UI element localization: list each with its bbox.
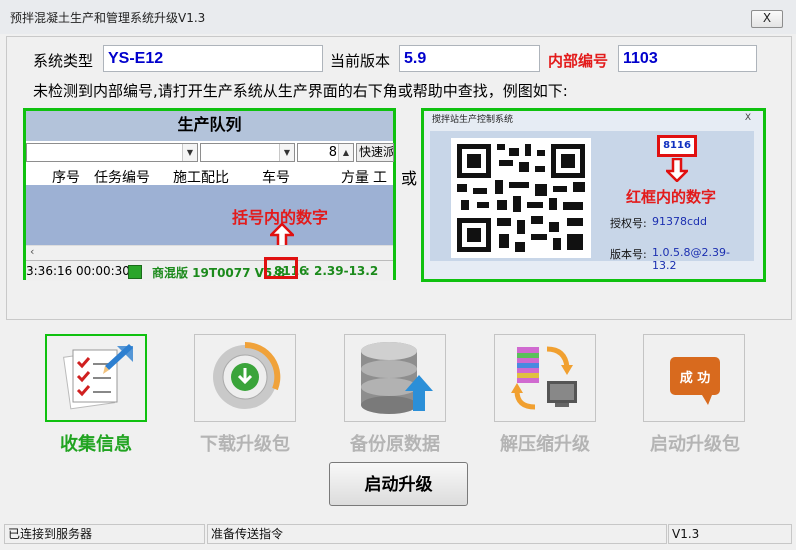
step-label-start: 启动升级包 <box>650 434 740 455</box>
queue-col-header: 施工配比 <box>173 170 229 186</box>
status-connection: 已连接到服务器 <box>4 524 205 544</box>
spin-icon: ▲ <box>338 144 353 161</box>
queue-quick-button: 快速派 <box>356 143 394 162</box>
status-version: V1.3 <box>668 524 792 544</box>
internal-number-label: 内部编号 <box>548 52 609 70</box>
queue-col-header: 任务编号 <box>94 170 150 186</box>
dialog-callout-text: 红框内的数字 <box>626 188 717 206</box>
example-queue-frame: 生产队列 ▼ ▼ 8▲ 快速派 序号 任务编号 施工配比 车号 方量 工程 括号… <box>23 108 396 281</box>
window-title: 预拌混凝土生产和管理系统升级V1.3 <box>10 11 206 25</box>
version-label: 版本号: <box>610 248 647 261</box>
version-value: 1.0.5.8@2.39-13.2 <box>652 246 730 272</box>
queue-hscrollbar: ‹ <box>26 245 393 260</box>
system-type-label: 系统类型 <box>33 52 94 70</box>
status-tail-text: : 2.39-13.2 <box>305 264 379 278</box>
current-version-label: 当前版本 <box>330 52 391 70</box>
step-label-backup: 备份原数据 <box>350 434 440 455</box>
status-indicator-icon <box>128 265 142 279</box>
title-bar: 预拌混凝土生产和管理系统升级V1.3 X <box>0 0 796 34</box>
chevron-left-icon: ‹ <box>30 245 35 258</box>
queue-combo-1: ▼ <box>26 143 198 162</box>
red-arrow-icon <box>666 158 688 182</box>
auth-value: 91378cdd <box>652 215 708 228</box>
close-button[interactable]: X <box>751 10 783 28</box>
status-bar: 已连接到服务器 准备传送指令 V1.3 <box>0 522 796 550</box>
queue-toolbar: ▼ ▼ 8 ▲ 快速派 <box>26 142 394 164</box>
database-icon <box>361 342 433 414</box>
qr-code-icon <box>451 138 591 258</box>
dialog-panel: 8116 红框内的数字 授权号: 91378cdd 版本号: 1.0.5.8@2… <box>430 131 754 272</box>
queue-title: 生产队列 <box>26 111 393 141</box>
queue-statusbar: 3:36:16 00:00:30 商混版 19T0077 V5.8 8116 :… <box>26 260 393 281</box>
start-upgrade-button[interactable]: 启动升级 <box>329 462 468 506</box>
chevron-down-icon: ▼ <box>182 144 197 161</box>
queue-qty-value: 8 <box>328 145 337 160</box>
step-label-unzip: 解压缩升级 <box>500 434 590 455</box>
dialog-title: 搅拌站生产控制系统 <box>432 115 514 125</box>
dialog-id-box: 8116 <box>657 135 697 157</box>
step-label-collect: 收集信息 <box>60 434 132 455</box>
status-message: 准备传送指令 <box>207 524 667 544</box>
auth-label: 授权号: <box>610 217 647 230</box>
queue-column-headers: 序号 任务编号 施工配比 车号 方量 工程 <box>26 165 393 206</box>
internal-number-field[interactable]: 1103 <box>618 45 757 72</box>
step-collect-info[interactable] <box>45 334 147 422</box>
dialog-close-icon: X <box>744 113 751 123</box>
unzip-icon <box>511 346 577 410</box>
step-download[interactable] <box>194 334 296 422</box>
download-icon <box>213 341 281 409</box>
success-badge-text: 成 功 <box>679 371 711 386</box>
status-time-1: 3:36:16 <box>26 264 73 278</box>
queue-body <box>26 185 393 245</box>
system-type-field[interactable]: YS-E12 <box>103 45 323 72</box>
queue-col-header: 序号 <box>52 170 80 186</box>
or-label: 或 <box>401 169 418 188</box>
queue-col-header: 方量 <box>341 170 369 186</box>
queue-qty-stepper: 8 ▲ <box>297 143 354 162</box>
step-label-download: 下载升级包 <box>200 434 290 455</box>
qr-code-graphic <box>457 144 585 252</box>
example-dialog-frame: 搅拌站生产控制系统 X 8116 红框内的数字 授权号: 91378cdd 版本… <box>421 108 766 282</box>
instruction-text: 未检测到内部编号,请打开生产系统从生产界面的右下角或帮助中查找，例图如下: <box>33 82 568 100</box>
queue-col-header: 车号 <box>262 170 290 186</box>
step-start-package[interactable]: 成 功 <box>643 334 745 422</box>
step-backup[interactable] <box>344 334 446 422</box>
queue-combo-2: ▼ <box>200 143 295 162</box>
status-time-2: 00:00:30 <box>76 264 130 278</box>
current-version-field[interactable]: 5.9 <box>399 45 540 72</box>
status-id-highlight <box>264 257 298 279</box>
step-unzip[interactable] <box>494 334 596 422</box>
checklist-icon <box>63 344 133 410</box>
chevron-down-icon: ▼ <box>279 144 294 161</box>
